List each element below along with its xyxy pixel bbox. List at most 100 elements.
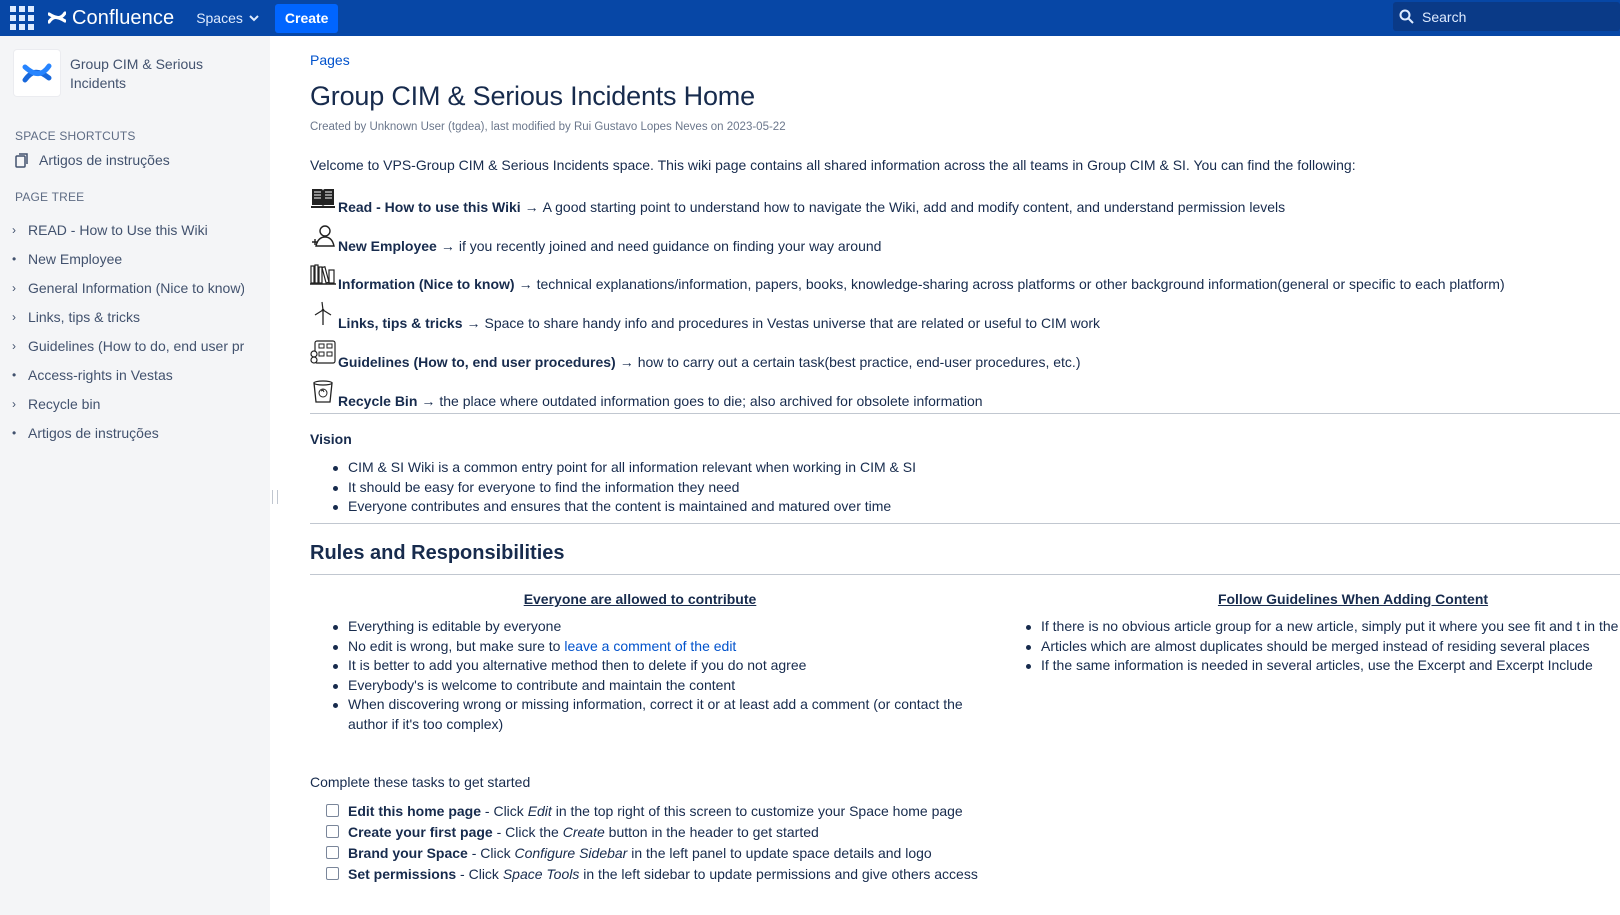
- arrow: →: [518, 276, 533, 293]
- chevron-right-icon[interactable]: ›: [12, 310, 28, 324]
- chevron-right-icon[interactable]: ›: [12, 339, 28, 353]
- task-item: Edit this home page - Click Edit in the …: [326, 800, 978, 821]
- list-item-text: When discovering wrong or missing inform…: [348, 696, 963, 732]
- list-item: It is better to add you alternative meth…: [310, 656, 970, 676]
- page-byline: Created by Unknown User (tgdea), last mo…: [310, 121, 786, 133]
- wind-turbine-icon: [310, 301, 338, 329]
- task-checkbox[interactable]: [326, 804, 339, 817]
- list-item: Everything is editable by everyone: [310, 617, 970, 637]
- tree-item-read[interactable]: › READ - How to Use this Wiki: [0, 215, 270, 244]
- list-item: It should be easy for everyone to find t…: [310, 478, 916, 498]
- library-icon: [310, 262, 338, 290]
- link-title[interactable]: Recycle Bin: [338, 393, 417, 409]
- task-title: Set permissions: [348, 865, 457, 882]
- task-text-post: in the left sidebar to update permission…: [579, 865, 978, 882]
- link-title[interactable]: Information (Nice to know): [338, 276, 515, 292]
- app-name: Confluence: [72, 6, 175, 29]
- chevron-right-icon[interactable]: ›: [12, 281, 28, 295]
- link-title[interactable]: New Employee: [338, 238, 437, 254]
- tree-item-artigos[interactable]: • Artigos de instruções: [0, 418, 270, 447]
- tree-item-label: Guidelines (How to do, end user pro: [28, 337, 244, 354]
- chevron-right-icon[interactable]: ›: [12, 397, 28, 411]
- breadcrumb[interactable]: Pages: [310, 52, 350, 68]
- app-switcher-button[interactable]: [0, 0, 44, 36]
- page-tree-title: PAGE TREE: [15, 190, 85, 204]
- column-title: Follow Guidelines When Adding Content: [1217, 591, 1489, 607]
- list-item-text: Everything is editable by everyone: [348, 618, 562, 634]
- task-text-emphasis: Space Tools: [502, 865, 580, 882]
- task-checkbox[interactable]: [326, 846, 339, 859]
- link-title[interactable]: Guidelines (How to, end user procedures): [338, 354, 616, 370]
- tree-item-access-rights[interactable]: • Access-rights in Vestas: [0, 360, 270, 389]
- tasks-intro: Complete these tasks to get started: [310, 774, 531, 790]
- vision-list: CIM & SI Wiki is a common entry point fo…: [310, 458, 916, 517]
- search-icon: [1399, 9, 1414, 24]
- task-item: Create your first page - Click the Creat…: [326, 821, 978, 842]
- spaces-menu[interactable]: Spaces: [196, 10, 259, 26]
- page-title: Group CIM & Serious Incidents Home: [310, 81, 755, 111]
- list-item: Everyone contributes and ensures that th…: [310, 497, 916, 517]
- task-checkbox[interactable]: [326, 825, 339, 838]
- link-description: A good starting point to understand how …: [542, 198, 1286, 215]
- chevron-down-icon: [249, 14, 259, 21]
- divider: [310, 574, 1620, 575]
- search-input[interactable]: Search: [1393, 2, 1620, 31]
- page-tree: › READ - How to Use this Wiki • New Employ…: [0, 215, 270, 447]
- leave-comment-link[interactable]: leave a comment of the edit: [564, 638, 736, 654]
- column-guidelines: Follow Guidelines When Adding Content If…: [1003, 591, 1620, 676]
- list-item-text: Everybody's is welcome to contribute and…: [348, 676, 736, 693]
- task-text-pre: - Click: [481, 802, 528, 819]
- bullet-icon: •: [12, 251, 17, 266]
- task-title: Brand your Space: [348, 844, 468, 861]
- link-title[interactable]: Links, tips & tricks: [338, 315, 462, 331]
- tree-item-label: Links, tips & tricks: [28, 308, 141, 325]
- task-text: Set permissions - Click Space Tools in t…: [348, 866, 978, 882]
- task-text-post: in the top right of this screen to custo…: [551, 802, 963, 819]
- divider: [310, 523, 1620, 524]
- task-text-emphasis: Edit: [527, 802, 552, 819]
- tree-item-recycle-bin[interactable]: › Recycle bin: [0, 389, 270, 418]
- link-description: Space to share handy info and procedures…: [484, 315, 1101, 332]
- spaces-label: Spaces: [196, 10, 243, 26]
- intro-text: Velcome to VPS-Group CIM & Serious Incid…: [310, 157, 1356, 173]
- sidebar: Group CIM & Serious Incidents SPACE SHOR…: [0, 36, 270, 915]
- task-title: Create your first page: [348, 823, 493, 840]
- tree-item-label: Recycle bin: [28, 395, 101, 412]
- tree-item-new-employee[interactable]: • New Employee: [0, 244, 270, 273]
- list-item-text: No edit is wrong, but make sure to: [348, 637, 565, 654]
- link-title[interactable]: Read - How to use this Wiki: [338, 199, 521, 215]
- chevron-right-icon[interactable]: ›: [12, 223, 28, 237]
- tree-item-label: New Employee: [28, 250, 123, 267]
- arrow: →: [524, 198, 539, 215]
- grid-icon: [10, 6, 34, 30]
- section-links: Read - How to use this Wiki → A good start…: [310, 182, 1610, 415]
- confluence-icon: [48, 11, 66, 24]
- tree-item-links-tips[interactable]: › Links, tips & tricks: [0, 302, 270, 331]
- sidebar-resize-handle[interactable]: [272, 490, 278, 504]
- top-navigation-bar: Confluence Spaces Create Search: [0, 0, 1620, 36]
- tree-item-label: READ - How to Use this Wiki: [28, 221, 208, 238]
- confluence-logo[interactable]: Confluence: [48, 7, 174, 30]
- tree-item-general-information[interactable]: › General Information (Nice to know): [0, 273, 270, 302]
- link-row-read: Read - How to use this Wiki → A good start…: [310, 182, 1610, 221]
- link-description: technical explanations/information, pape…: [536, 276, 1505, 293]
- link-row-guidelines: Guidelines (How to, end user procedures)…: [310, 337, 1610, 376]
- task-text-emphasis: Create: [562, 823, 605, 840]
- shortcut-label: Artigos de instruções: [39, 152, 170, 168]
- tree-item-guidelines[interactable]: › Guidelines (How to do, end user pro: [0, 331, 270, 360]
- space-header[interactable]: Group CIM & Serious Incidents: [14, 50, 230, 96]
- main-content: Pages Group CIM & Serious Incidents Home…: [310, 36, 1620, 915]
- guidelines-list: If there is no obvious article group for…: [1003, 617, 1620, 676]
- create-button[interactable]: Create: [274, 3, 339, 33]
- person-add-icon: [310, 224, 338, 252]
- list-item: Everybody's is welcome to contribute and…: [310, 676, 970, 696]
- space-name: Group CIM & Serious Incidents: [70, 56, 204, 91]
- shortcut-artigos[interactable]: Artigos de instruções: [15, 152, 170, 168]
- space-shortcuts-title: SPACE SHORTCUTS: [15, 129, 136, 143]
- column-contribute: Everyone are allowed to contribute Every…: [310, 591, 970, 734]
- arrow: →: [421, 392, 436, 409]
- list-item-text: It is better to add you alternative meth…: [348, 657, 807, 673]
- task-checkbox[interactable]: [326, 867, 339, 880]
- task-text-post: in the left panel to update space detail…: [627, 844, 932, 861]
- list-item: If there is no obvious article group for…: [1003, 617, 1620, 637]
